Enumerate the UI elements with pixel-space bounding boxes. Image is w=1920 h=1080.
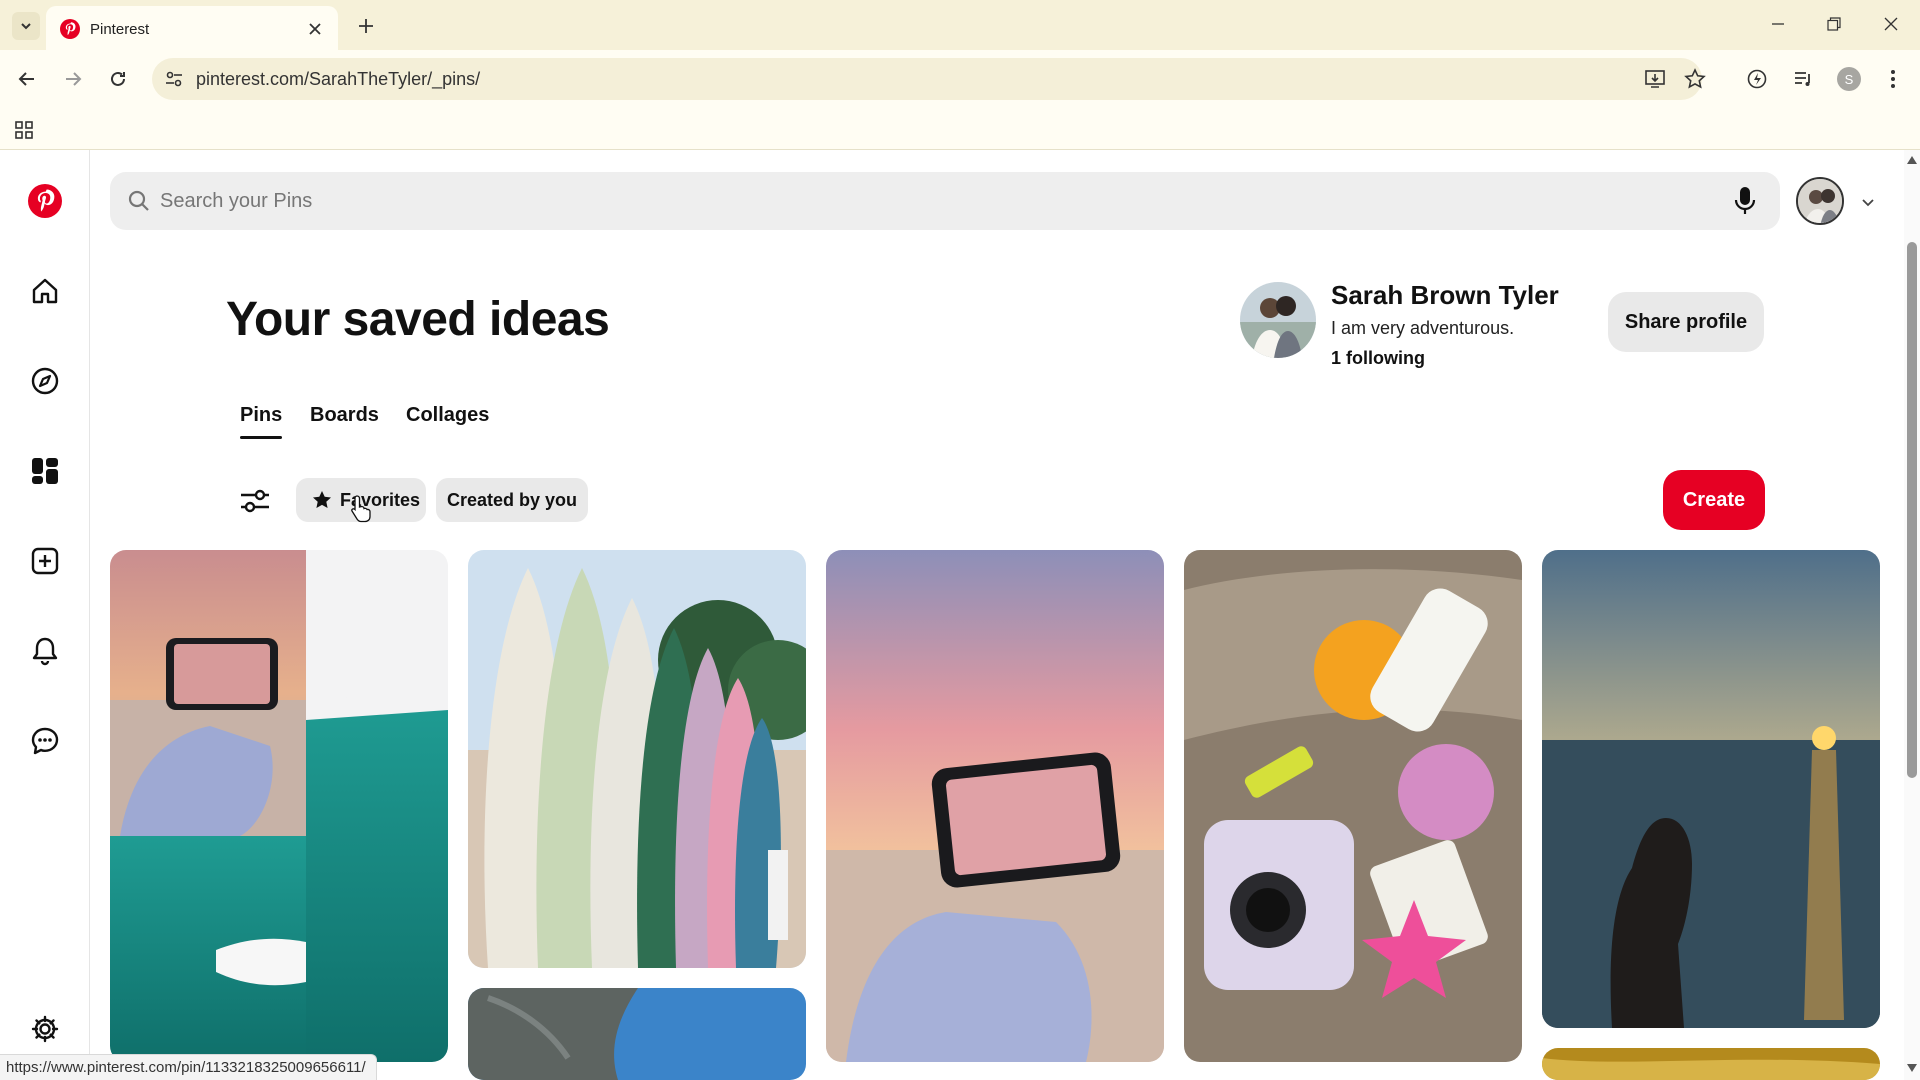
minimize-button[interactable] [1762, 10, 1794, 38]
arrow-left-icon [18, 72, 34, 86]
microphone-icon[interactable] [1730, 186, 1760, 216]
browser-tab-pinterest[interactable]: Pinterest [46, 6, 338, 50]
media-controls-icon[interactable] [1788, 64, 1818, 94]
tab-search-button[interactable] [12, 12, 40, 40]
browser-menu-icon[interactable] [1878, 64, 1908, 94]
tab-collages[interactable]: Collages [406, 404, 489, 427]
pin-phone-sunset-beach[interactable] [826, 550, 1164, 1062]
pin-beach-essentials[interactable] [1184, 550, 1522, 1062]
scroll-up-arrow-icon[interactable] [1906, 154, 1918, 166]
close-tab-icon[interactable] [304, 18, 326, 40]
home-icon[interactable] [22, 268, 68, 314]
messages-icon[interactable] [22, 718, 68, 764]
scrollbar-thumb[interactable] [1907, 242, 1917, 778]
filter-sliders-icon[interactable] [238, 484, 272, 518]
install-app-icon[interactable] [1644, 68, 1666, 90]
profile-bio: I am very adventurous. [1331, 318, 1515, 338]
page-title: Your saved ideas [226, 293, 610, 346]
reload-button[interactable] [103, 64, 133, 94]
restore-button[interactable] [1818, 10, 1850, 38]
create-icon[interactable] [22, 538, 68, 584]
bookmark-star-icon[interactable] [1684, 68, 1706, 90]
extension-icon[interactable] [1742, 64, 1772, 94]
pinterest-sidebar [0, 150, 90, 1080]
url-text[interactable]: pinterest.com/SarahTheTyler/_pins/ [196, 69, 480, 90]
pin-phone-sunset-ocean-collage[interactable] [110, 550, 448, 1062]
pinterest-favicon-icon [60, 19, 80, 39]
browser-profile-button[interactable]: S [1834, 64, 1864, 94]
explore-icon[interactable] [22, 358, 68, 404]
address-bar[interactable]: pinterest.com/SarahTheTyler/_pins/ [152, 58, 1706, 100]
following-count-link[interactable]: 1 following [1331, 348, 1425, 369]
settings-icon[interactable] [22, 1006, 68, 1052]
plus-icon [359, 19, 373, 33]
bookmarks-bar [0, 108, 1920, 150]
profile-initial: S [1837, 67, 1861, 91]
profile-name: Sarah Brown Tyler [1331, 280, 1559, 310]
tab-title: Pinterest [90, 21, 150, 38]
pin-surfboards[interactable] [468, 550, 806, 968]
page-scrollbar[interactable] [1904, 150, 1920, 1080]
back-button[interactable] [12, 64, 42, 94]
new-tab-button[interactable] [352, 12, 380, 40]
search-input[interactable] [160, 172, 1640, 230]
forward-button[interactable] [58, 64, 88, 94]
account-avatar[interactable] [1796, 177, 1844, 225]
tab-boards[interactable]: Boards [310, 404, 379, 427]
pinterest-logo-icon[interactable] [22, 178, 68, 224]
browser-toolbar: pinterest.com/SarahTheTyler/_pins/ S [0, 50, 1920, 108]
minimize-icon [1772, 23, 1784, 25]
share-profile-button[interactable]: Share profile [1608, 292, 1764, 352]
star-icon [312, 490, 332, 510]
search-icon [128, 190, 149, 211]
scroll-down-arrow-icon[interactable] [1906, 1062, 1918, 1074]
created-by-you-filter-chip[interactable]: Created by you [436, 478, 588, 522]
apps-grid-icon[interactable] [12, 118, 36, 142]
arrow-right-icon [66, 72, 82, 86]
close-icon [1884, 17, 1898, 31]
browser-tabbar: Pinterest [0, 0, 1920, 50]
account-menu-chevron-icon[interactable] [1856, 190, 1880, 214]
create-button[interactable]: Create [1663, 470, 1765, 530]
pin-ocean-sunset-silhouette[interactable] [1542, 550, 1880, 1028]
boards-icon[interactable] [22, 448, 68, 494]
pin-search-bar [110, 172, 1780, 230]
pin-cliff-blue-sky[interactable] [468, 988, 806, 1080]
profile-avatar[interactable] [1240, 282, 1316, 358]
mouse-pointer-icon [351, 495, 371, 523]
close-window-button[interactable] [1875, 10, 1907, 38]
chevron-down-icon [21, 23, 31, 30]
notifications-icon[interactable] [22, 628, 68, 674]
pin-golden-partial[interactable] [1542, 1048, 1880, 1080]
site-settings-icon[interactable] [164, 69, 184, 89]
reload-icon [111, 71, 125, 86]
tab-pins[interactable]: Pins [240, 404, 283, 439]
restore-icon [1827, 17, 1841, 31]
link-status-url: https://www.pinterest.com/pin/1133218325… [0, 1054, 377, 1080]
